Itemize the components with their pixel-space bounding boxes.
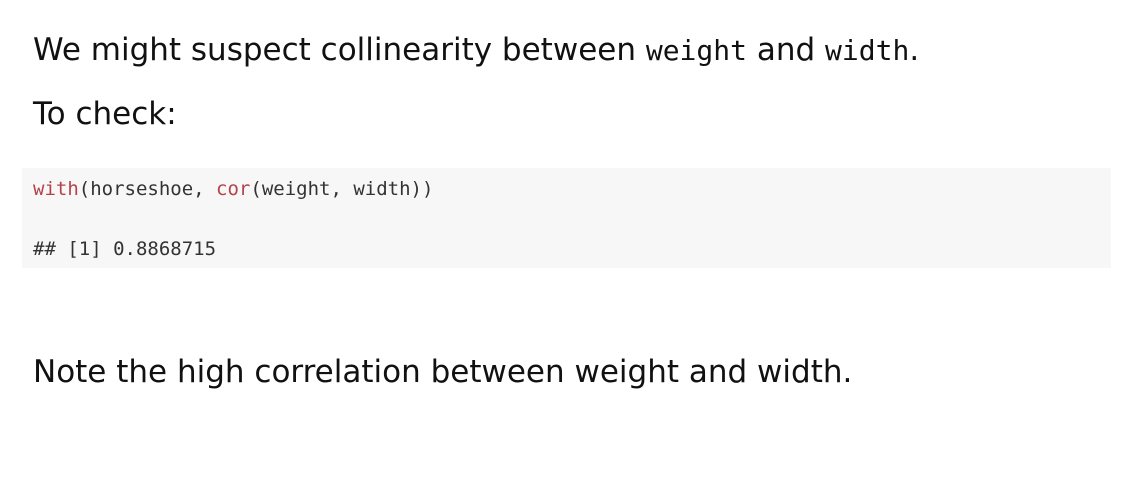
inline-code-weight: weight xyxy=(645,34,747,67)
code-segment-1: (horseshoe, xyxy=(78,178,217,200)
check-paragraph: To check: xyxy=(33,96,177,132)
code-function-cor: cor xyxy=(216,178,251,200)
intro-text-a: We might suspect collinearity between xyxy=(33,32,646,68)
code-block: with(horseshoe, cor(weight, width)) ## [… xyxy=(22,168,1111,268)
intro-text-b: and xyxy=(747,32,826,68)
inline-code-width: width xyxy=(825,34,910,67)
code-function-with: with xyxy=(33,178,79,200)
note-paragraph: Note the high correlation between weight… xyxy=(33,354,853,390)
code-segment-2: (weight, width)) xyxy=(250,178,434,200)
code-input-line: with(horseshoe, cor(weight, width)) xyxy=(33,177,433,201)
intro-text-c: . xyxy=(909,32,920,68)
intro-paragraph: We might suspect collinearity between we… xyxy=(33,30,919,71)
slide: We might suspect collinearity between we… xyxy=(0,0,1131,480)
code-output-line: ## [1] 0.8868715 xyxy=(33,238,217,260)
